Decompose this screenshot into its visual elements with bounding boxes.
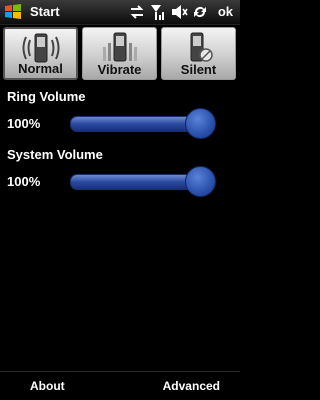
advanced-softkey[interactable]: Advanced bbox=[163, 379, 220, 393]
softkey-bar: About Advanced bbox=[0, 371, 240, 400]
signal-icon bbox=[151, 5, 164, 20]
normal-mode-label: Normal bbox=[18, 61, 63, 76]
ring-volume-thumb[interactable] bbox=[185, 108, 216, 139]
sync-icon bbox=[194, 6, 206, 17]
data-sync-icon bbox=[130, 5, 144, 19]
ring-volume-title: Ring Volume bbox=[7, 89, 86, 104]
vibrate-phone-icon bbox=[102, 32, 137, 62]
status-bar: Start ok bbox=[0, 0, 240, 25]
windows-logo-icon[interactable] bbox=[3, 2, 23, 22]
about-softkey[interactable]: About bbox=[30, 379, 65, 393]
ring-volume-slider[interactable] bbox=[70, 108, 218, 139]
profile-mode-bar: Normal Vibrate Silent bbox=[0, 24, 240, 83]
speaker-icon bbox=[172, 5, 188, 19]
silent-mode-label: Silent bbox=[180, 62, 217, 77]
start-label[interactable]: Start bbox=[30, 4, 60, 19]
system-volume-thumb[interactable] bbox=[185, 166, 216, 197]
silent-phone-icon bbox=[190, 32, 213, 62]
ok-button[interactable]: ok bbox=[218, 4, 233, 19]
ring-volume-value: 100% bbox=[7, 116, 41, 131]
system-volume-title: System Volume bbox=[7, 147, 103, 162]
normal-mode-button[interactable]: Normal bbox=[3, 27, 78, 80]
silent-mode-button[interactable]: Silent bbox=[161, 27, 236, 80]
vibrate-mode-label: Vibrate bbox=[97, 62, 142, 77]
system-volume-slider[interactable] bbox=[70, 166, 218, 197]
system-volume-value: 100% bbox=[7, 174, 41, 189]
vibrate-mode-button[interactable]: Vibrate bbox=[82, 27, 157, 80]
